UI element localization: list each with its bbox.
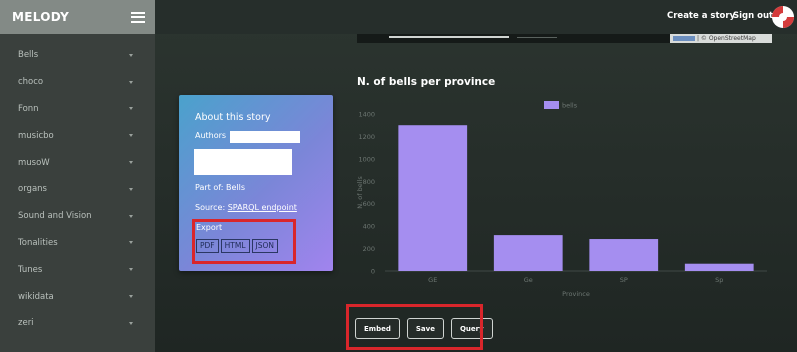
sidebar-item-tunes[interactable]: Tunes	[0, 256, 155, 283]
caret-down-icon	[129, 80, 133, 84]
leaflet-logo-icon[interactable]	[673, 36, 695, 41]
caret-down-icon	[129, 295, 133, 299]
y-tick-label: 1200	[358, 133, 375, 141]
caret-down-icon	[129, 107, 133, 111]
hamburger-menu-icon[interactable]	[131, 11, 145, 23]
y-axis-label: N. of bells	[356, 176, 364, 209]
caret-down-icon	[129, 134, 133, 138]
caret-down-icon	[129, 53, 133, 57]
x-axis-label: Province	[562, 290, 590, 298]
caret-down-icon	[129, 161, 133, 165]
map-attribution: | © OpenStreetMap	[670, 34, 772, 43]
bar-chart: 0 200 400 600 800 1000 1200 1400 N. of bells GE Ge…	[356, 101, 767, 298]
authors-redacted-block	[194, 149, 292, 175]
authors-redacted-field	[230, 131, 300, 143]
y-tick-label: 400	[363, 223, 375, 231]
sign-out-link[interactable]: Sign out	[733, 11, 773, 21]
sidebar-item-label: organs	[18, 184, 47, 195]
sidebar-item-label: choco	[18, 77, 44, 88]
create-story-link[interactable]: Create a story	[667, 11, 735, 21]
authors-label: Authors	[195, 131, 227, 140]
legend-swatch	[544, 101, 559, 109]
brand-bar: MELODY	[0, 0, 155, 34]
caret-down-icon	[129, 268, 133, 272]
sidebar-item-musicbo[interactable]: musicbo	[0, 122, 155, 149]
legend-label: bells	[562, 102, 578, 110]
sidebar-item-zeri[interactable]: zeri	[0, 310, 155, 337]
sidebar-item-fonn[interactable]: Fonn	[0, 96, 155, 123]
x-tick-label: Ge	[524, 276, 533, 284]
sidebar-item-label: Fonn	[18, 103, 39, 114]
caret-down-icon	[129, 321, 133, 325]
chart-title: N. of bells per province	[357, 76, 496, 88]
bar-sp-3	[684, 263, 754, 271]
actions-highlight-box	[346, 304, 483, 350]
caret-down-icon	[129, 241, 133, 245]
caret-down-icon	[129, 187, 133, 191]
y-tick-label: 600	[363, 200, 375, 208]
sidebar-item-bells[interactable]: Bells	[0, 42, 155, 69]
bar-sp-2	[589, 239, 659, 271]
card-title: About this story	[195, 112, 271, 123]
sidebar: MELODY Bells choco Fonn musicbo musoW or…	[0, 0, 155, 352]
x-tick-label: GE	[428, 276, 437, 284]
source-label: Source:	[195, 203, 228, 212]
sidebar-item-label: musicbo	[18, 130, 54, 141]
sidebar-item-choco[interactable]: choco	[0, 69, 155, 96]
sidebar-item-organs[interactable]: organs	[0, 176, 155, 203]
y-tick-label: 800	[363, 178, 375, 186]
sidebar-menu: Bells choco Fonn musicbo musoW organs So…	[0, 42, 155, 337]
sidebar-item-musow[interactable]: musoW	[0, 149, 155, 176]
sidebar-item-tonalities[interactable]: Tonalities	[0, 230, 155, 257]
x-tick-label: Sp	[715, 276, 723, 284]
sidebar-item-sound-and-vision[interactable]: Sound and Vision	[0, 203, 155, 230]
sidebar-item-label: musoW	[18, 157, 50, 168]
user-avatar[interactable]	[772, 6, 794, 28]
y-tick-label: 0	[371, 268, 375, 276]
brand-logo[interactable]: MELODY	[12, 10, 69, 24]
source-line: Source: SPARQL endpoint	[195, 203, 297, 212]
y-tick-label: 1000	[358, 155, 375, 163]
sidebar-item-label: Bells	[18, 50, 39, 61]
sidebar-item-label: Tunes	[18, 264, 43, 275]
top-navbar: Create a story Sign out	[155, 0, 797, 34]
x-tick-label: SP	[620, 276, 628, 284]
part-of-text: Part of: Bells	[195, 183, 246, 192]
map-attribution-text[interactable]: | © OpenStreetMap	[697, 35, 756, 42]
bar-ge-1	[493, 235, 563, 271]
sparql-endpoint-link[interactable]: SPARQL endpoint	[228, 203, 297, 212]
y-tick-label: 200	[363, 245, 375, 253]
sidebar-item-label: Tonalities	[18, 237, 58, 248]
y-tick-label: 1400	[358, 111, 375, 119]
sidebar-item-label: Sound and Vision	[18, 211, 92, 222]
sidebar-item-label: wikidata	[18, 291, 54, 302]
bar-ge-0	[398, 125, 468, 271]
sidebar-item-wikidata[interactable]: wikidata	[0, 283, 155, 310]
export-highlight-box	[192, 219, 296, 264]
caret-down-icon	[129, 214, 133, 218]
sidebar-item-label: zeri	[18, 318, 34, 329]
